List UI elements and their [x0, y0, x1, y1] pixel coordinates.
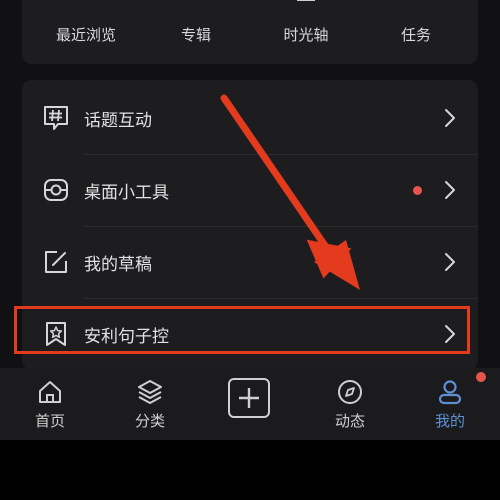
bottom-nav: 首页 分类 动态 我的 [0, 368, 500, 440]
chevron-right-icon [445, 109, 455, 127]
nav-feed[interactable]: 动态 [300, 368, 400, 440]
history-icon [73, 0, 99, 2]
nav-label: 我的 [434, 412, 465, 430]
shortcut-timeline[interactable]: 时光轴 [256, 0, 356, 64]
nav-home[interactable]: 首页 [0, 368, 100, 440]
menu-item-label: 我的草稿 [84, 255, 152, 275]
app-screen: 最近浏览 专辑 时光轴 任务 话题互动 桌面小工具 我的草稿 安利句子控 首页 … [0, 0, 500, 440]
draft-icon [45, 251, 67, 273]
shortcut-task[interactable]: 任务 [366, 0, 466, 64]
nav-label: 动态 [334, 412, 365, 430]
nav-label: 首页 [34, 412, 65, 430]
chevron-right-icon [445, 253, 455, 271]
shortcut-album[interactable]: 专辑 [146, 0, 246, 64]
menu-item-widget[interactable]: 桌面小工具 [22, 154, 478, 226]
shortcut-label: 任务 [400, 26, 431, 44]
chevron-right-icon [445, 181, 455, 199]
nav-label: 分类 [134, 412, 165, 430]
widget-icon [44, 179, 68, 201]
home-icon [39, 381, 61, 403]
timeline-icon [297, 0, 315, 1]
shortcut-label: 专辑 [180, 26, 211, 44]
highlight-box [14, 306, 470, 354]
menu-item-label: 桌面小工具 [84, 183, 169, 203]
add-button[interactable] [228, 378, 270, 418]
nav-category[interactable]: 分类 [100, 368, 200, 440]
compass-icon [338, 380, 362, 404]
shortcut-label: 时光轴 [283, 26, 329, 44]
shortcut-recent[interactable]: 最近浏览 [36, 0, 136, 64]
category-icon [138, 380, 162, 404]
task-icon [403, 0, 429, 2]
menu-item-topic[interactable]: 话题互动 [22, 82, 478, 154]
profile-icon [438, 380, 462, 405]
add-icon [239, 388, 259, 408]
notification-dot [413, 186, 422, 195]
menu-item-draft[interactable]: 我的草稿 [22, 226, 478, 298]
album-icon [183, 0, 209, 2]
profile-badge-dot [476, 372, 486, 382]
shortcut-label: 最近浏览 [55, 26, 116, 44]
menu-item-label: 话题互动 [84, 111, 152, 131]
shortcuts-card: 最近浏览 专辑 时光轴 任务 [22, 0, 478, 64]
topic-icon [44, 106, 68, 130]
